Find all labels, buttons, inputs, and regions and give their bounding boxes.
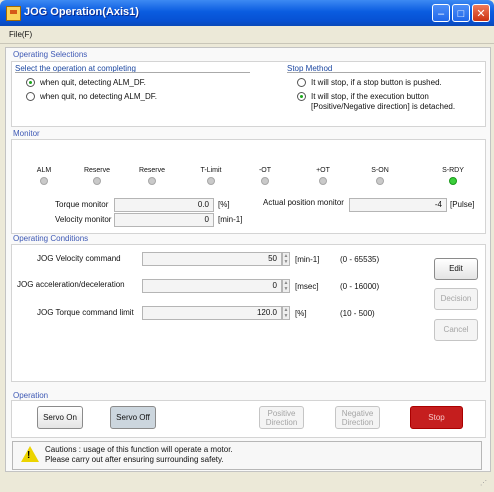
operating-conditions-section: JOG Velocity command 50 ▲ ▼ [min-1] (0 - … xyxy=(11,244,486,382)
radio-no-detect-alm-label[interactable]: when quit, no detecting ALM_DF. xyxy=(40,92,157,101)
jog-velocity-spinner[interactable]: ▲ ▼ xyxy=(282,252,290,266)
velocity-monitor-unit: [min-1] xyxy=(218,215,243,224)
torque-monitor-unit: [%] xyxy=(218,200,230,209)
led-label: S-ON xyxy=(371,167,389,174)
radio-detect-alm[interactable] xyxy=(26,78,35,87)
led-s-on: S-ON xyxy=(360,140,400,185)
jog-velocity-range: (0 - 65535) xyxy=(340,255,380,264)
stop-button[interactable]: Stop xyxy=(410,406,463,429)
jog-velocity-field[interactable]: 50 xyxy=(142,252,282,266)
led-reserve-2: Reserve xyxy=(132,140,172,185)
monitor-section: ALM Reserve Reserve T-Limit -OT +OT S-ON… xyxy=(11,139,486,234)
main-panel: Operating Selections Select the operatio… xyxy=(5,47,491,472)
jog-torque-range: (10 - 500) xyxy=(340,309,375,318)
servo-on-button[interactable]: Servo On xyxy=(37,406,83,429)
jog-torque-field[interactable]: 120.0 xyxy=(142,306,282,320)
negative-direction-label-2: Direction xyxy=(341,418,374,427)
led-indicator xyxy=(40,177,48,185)
title-bar[interactable]: JOG Operation(Axis1) – □ ✕ xyxy=(0,0,494,26)
monitor-title: Monitor xyxy=(13,129,40,138)
menu-bar: File(F) xyxy=(0,26,494,44)
caution-line-2: Please carry out after ensuring surround… xyxy=(45,455,224,464)
velocity-monitor-value: 0 xyxy=(114,213,214,227)
operating-selections-title: Operating Selections xyxy=(13,50,88,59)
close-button[interactable]: ✕ xyxy=(472,4,490,22)
warning-mark: ! xyxy=(27,450,31,461)
led-indicator xyxy=(376,177,384,185)
operating-selections-section: Select the operation at completing when … xyxy=(11,61,486,127)
minimize-button[interactable]: – xyxy=(432,4,450,22)
led-indicator xyxy=(207,177,215,185)
window-title: JOG Operation(Axis1) xyxy=(24,6,139,18)
positive-direction-label-2: Direction xyxy=(265,418,298,427)
led-plus-ot: +OT xyxy=(303,140,343,185)
radio-stop-button-label[interactable]: It will stop, if a stop button is pushed… xyxy=(311,78,442,87)
led-indicator xyxy=(148,177,156,185)
operation-title: Operation xyxy=(13,391,49,400)
led-reserve-1: Reserve xyxy=(77,140,117,185)
led-indicator xyxy=(93,177,101,185)
led-minus-ot: -OT xyxy=(245,140,285,185)
jog-accel-range: (0 - 16000) xyxy=(340,282,380,291)
resize-grip-icon[interactable]: ⋰ xyxy=(480,479,490,489)
radio-stop-button[interactable] xyxy=(297,78,306,87)
caution-line-1: Cautions : usage of this function will o… xyxy=(45,445,233,454)
jog-torque-label: JOG Torque command limit xyxy=(37,308,134,317)
negative-direction-label-1: Negative xyxy=(341,409,374,418)
led-label: +OT xyxy=(316,167,330,174)
jog-accel-spinner[interactable]: ▲ ▼ xyxy=(282,279,290,293)
negative-direction-button[interactable]: Negative Direction xyxy=(335,406,380,429)
stop-method-divider xyxy=(287,72,481,73)
servo-off-button[interactable]: Servo Off xyxy=(110,406,156,429)
radio-stop-detached-label-1[interactable]: It will stop, if the execution button xyxy=(311,92,429,101)
position-monitor-label: Actual position monitor xyxy=(263,198,344,207)
position-monitor-unit: [Pulse] xyxy=(450,200,475,209)
radio-stop-detached[interactable] xyxy=(297,92,306,101)
jog-accel-label: JOG acceleration/deceleration xyxy=(17,280,125,289)
radio-detect-alm-label[interactable]: when quit, detecting ALM_DF. xyxy=(40,78,146,87)
decision-button[interactable]: Decision xyxy=(434,288,478,310)
jog-torque-spinner[interactable]: ▲ ▼ xyxy=(282,306,290,320)
completing-divider xyxy=(15,72,250,73)
positive-direction-label-1: Positive xyxy=(267,409,296,418)
radio-stop-detached-label-2[interactable]: [Positive/Negative direction] is detache… xyxy=(311,102,455,111)
positive-direction-button[interactable]: Positive Direction xyxy=(259,406,304,429)
jog-velocity-unit: [min-1] xyxy=(295,255,320,264)
jog-accel-field[interactable]: 0 xyxy=(142,279,282,293)
led-label: S-RDY xyxy=(442,167,464,174)
led-indicator xyxy=(319,177,327,185)
caution-box: ! Cautions : usage of this function will… xyxy=(12,441,482,470)
led-t-limit: T-Limit xyxy=(191,140,231,185)
jog-accel-unit: [msec] xyxy=(295,282,319,291)
torque-monitor-value: 0.0 xyxy=(114,198,214,212)
maximize-button[interactable]: □ xyxy=(452,4,470,22)
app-icon xyxy=(6,6,21,21)
led-s-rdy: S-RDY xyxy=(433,140,473,185)
led-indicator xyxy=(261,177,269,185)
torque-monitor-label: Torque monitor xyxy=(55,200,109,209)
menu-file[interactable]: File(F) xyxy=(9,30,32,39)
jog-torque-unit: [%] xyxy=(295,309,307,318)
led-indicator xyxy=(449,177,457,185)
led-label: Reserve xyxy=(83,167,111,174)
operating-conditions-title: Operating Conditions xyxy=(13,234,89,243)
radio-no-detect-alm[interactable] xyxy=(26,92,35,101)
led-label: -OT xyxy=(258,167,272,174)
status-bar: ⋰ xyxy=(0,472,494,492)
velocity-monitor-label: Velocity monitor xyxy=(55,215,112,224)
led-label: ALM xyxy=(36,167,52,174)
led-label: T-Limit xyxy=(200,167,222,174)
cancel-button[interactable]: Cancel xyxy=(434,319,478,341)
led-alm: ALM xyxy=(24,140,64,185)
jog-velocity-label: JOG Velocity command xyxy=(37,254,121,263)
position-monitor-value: -4 xyxy=(349,198,447,212)
operation-section: Servo On Servo Off Positive Direction Ne… xyxy=(11,400,486,438)
edit-button[interactable]: Edit xyxy=(434,258,478,280)
led-label: Reserve xyxy=(138,167,166,174)
